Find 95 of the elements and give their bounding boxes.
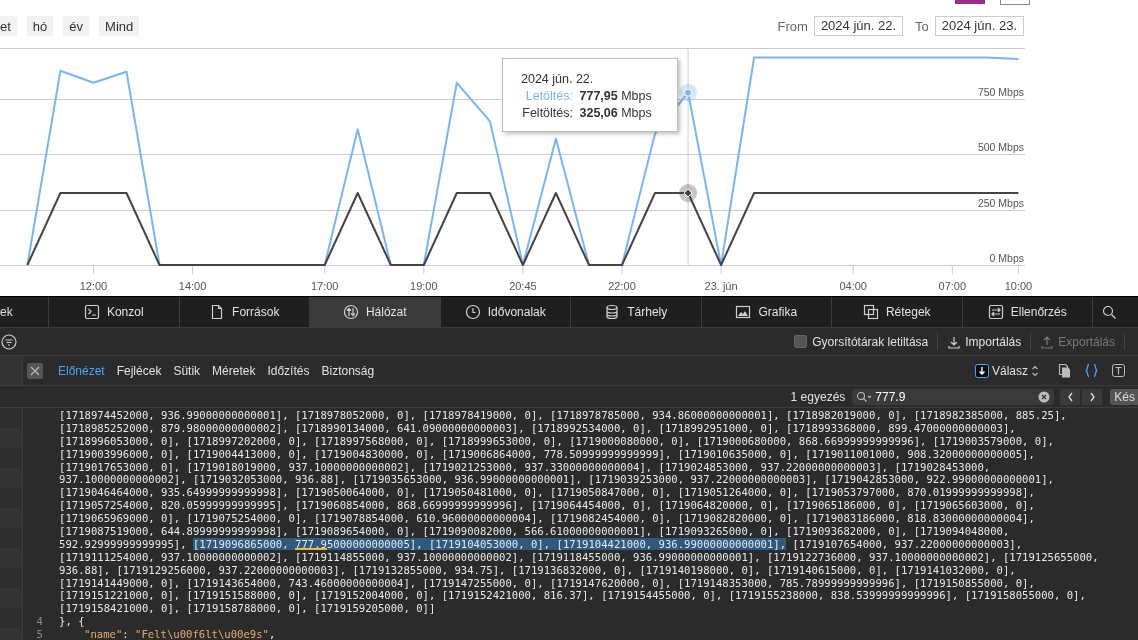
layers-icon [862,304,879,320]
view-button[interactable] [1084,363,1099,378]
import-button[interactable]: Importálás [938,333,1032,350]
line-number: 5 [35,628,44,640]
range-button[interactable]: et [0,16,17,36]
search-field[interactable]: 777.9 [852,388,1055,405]
axis-label: 04:00 [839,280,867,292]
code-line: [1719151221000, 0], [1719151588000, 0], [1719152004000, 0], [1719152421000, 816.37], [1719154455000, 0], [1719155238000, 838.53999999999996], [1719158055000, 0], [59,589,1087,603]
text-icon [1111,363,1126,378]
download-icon [974,363,989,378]
range-button[interactable]: év [63,16,90,36]
code-line: [1718996053000, 0], [1718997202000, 0], [1718997568000, 0], [1718999653000, 0], [1719000080000, 0], [1719000680000, 868.66999999999996], [1719003579000, 0], [59,434,1055,448]
close-icon[interactable] [27,362,43,379]
line-number: 4 [35,615,44,629]
axis-label: 500 Mbps [977,140,1024,153]
code-line: [1718985252000, 879.98000000000002], [1718990134000, 641.09000000000003], [1718992534000, 0], [1718992951000, 0], [1718993368000, 899.47000000000003], [59,421,1017,435]
view-button[interactable] [1111,363,1126,378]
code-line: 936.88], [1719129256000, 937.22000000000003], [1719132855000, 934.75], [1719136832000, 0], [1719140198000, 0], [1719140615000, 0], [1719141032000, 0], [59,563,1017,577]
response-dropdown[interactable]: Válasz [974,363,1039,378]
axis-label: 22:00 [608,280,636,292]
braces-icon [1084,363,1099,378]
button-edge[interactable] [1000,0,1030,5]
accent-bar [955,0,985,4]
code-line: [1719158421000, 0], [1719158788000, 0], [1719159205000, 0]] [59,602,437,616]
search-button[interactable]: Kés [1110,388,1138,405]
tooltip-date: 2024 jún. 22. [521,72,595,86]
code-line: [1719087519000, 644.89999999999998], [1719089654000, 0], [1719090082000, 566.61000000000001], [1719093265000, 0], [1719093682000, 0], [1719094048000, [59,525,1011,538]
arrows-icon [987,304,1004,320]
previous-button[interactable] [1060,388,1081,405]
axis-label: 23. jún [704,280,738,292]
view-button[interactable] [1057,363,1072,378]
code-line: [1719003996000, 0], [1719004413000, 0], [1719004830000, 0], [1719006864000, 778.50999999999999], [1719010635000, 0], [1719011001000, 908.32000000000005], [59,447,1036,461]
match-count: 1 egyezés [790,389,846,404]
search-icon [856,390,873,403]
from-label: From [777,18,808,34]
tab[interactable]: Sütik [167,363,207,378]
axis-label: 14:00 [178,280,207,292]
tab[interactable]: Időzítés [261,363,316,378]
chevron-icon [1031,364,1039,377]
code-line: }, { [59,615,86,629]
terminal-icon [83,304,100,320]
code-line: "name": "Felt\u00f6lt\u00e9s", [83,628,277,640]
tooltip-row-text: Letöltés: 777,95 Mbps [524,89,653,103]
axis-label: 12:00 [79,280,108,292]
tab[interactable]: Biztonság [315,363,381,378]
tab[interactable]: Tárhely [571,297,702,327]
code-line: [1719057254000, 820.05999999999995], [1719060854000, 868.66999999999996], [1719064454000, 0], [1719064820000, 0], [1719065186000, 0], [1719065603000, 0], [59,499,1036,513]
tab[interactable]: Előnézet [52,363,111,378]
code-line: [1719017653000, 0], [1719018019000, 937.10000000000002], [1719021253000, 937.33000000000004], [1719024853000, 937.22000000000003], [1719028453000, [59,460,992,474]
code-line: [1719046464000, 935.64999999999998], [1719050064000, 0], [1719050481000, 0], [1719050847000, 0], [1719051264000, 0], [1719053797000, 870.01999999999998], [59,486,1036,500]
tab[interactable]: Hálózat [310,297,441,327]
to-label: To [915,18,929,34]
search-input[interactable]: 777.9 [875,389,1036,404]
network-icon [342,304,359,320]
next-button[interactable] [1082,388,1103,405]
image-icon [735,304,752,320]
axis-label: 250 Mbps [977,196,1024,209]
axis-label: 10:00 [1004,280,1033,292]
point-marker [679,83,698,102]
clear-icon[interactable] [1038,390,1051,403]
date-field[interactable]: 2024 jún. 23. [934,16,1024,36]
code-line: [1719141449000, 0], [1719143654000, 743.46000000000004], [1719147255000, 0], [1719147620000, 0], [1719148353000, 785.78999999999996], [1719150855000, 0], [59,576,1036,590]
axis-label: 20:45 [509,280,537,292]
checkbox[interactable] [794,335,808,348]
code-line: [1719111254000, 937.10000000000002], [1719114855000, 937.10000000000002], [1719118455000, 936.99000000000001], [1719122736000, 937.10000000000002], [1719125655000, [59,550,1100,564]
point-marker [679,184,698,203]
axis-label: 19:00 [410,280,438,292]
upload-icon [1040,334,1055,349]
clock-icon [464,304,481,320]
database-icon [604,304,621,320]
search-icon[interactable] [1102,305,1116,319]
tab[interactable]: Idővonalak [440,297,571,327]
axis-label: 17:00 [310,280,339,292]
axis-label: 0 Mbps [989,251,1024,264]
code-line: 937.10000000000002], [1719032053000, 936.88], [1719035653000, 936.99000000000001], [1719039253000, 937.22000000000003], [1719042853000, 922.99000000000001], [59,473,1055,487]
filter-icon[interactable] [1,333,17,350]
code-line: 592.92999999999995], [1719096865000, 777.95000000000005], [1719104053000, 0], [1719104421000, 936.99000000000001], [1719107654000, 937.22000000000003], [59,537,1024,551]
download-icon [947,334,962,349]
tab[interactable]: Ellenőrzés [962,297,1093,327]
code-line: [1718974452000, 936.99000000000001], [1718978052000, 0], [1718978419000, 0], [1718978785000, 934.86000000000001], [1718982019000, 0], [1718982385000, 885.25], [59,409,1068,422]
range-button[interactable]: Mind [99,16,140,36]
date-field[interactable]: 2024 jún. 22. [813,16,904,36]
tab[interactable]: Fejlécek [110,363,168,378]
axis-label: 750 Mbps [977,85,1024,98]
tab[interactable]: Méretek [206,363,262,378]
copy-icon [1057,363,1072,378]
axis-label: 07:00 [938,280,967,292]
tab[interactable]: ek [0,297,49,327]
tooltip-row-text: Feltöltés: 325,06 Mbps [521,106,653,120]
tab[interactable]: Grafika [701,297,832,327]
tab[interactable]: Konzol [49,297,180,327]
tab[interactable]: Rétegek [832,297,963,327]
code-line: [1719065969000, 0], [1719075254000, 0], [1719078854000, 610.96000000000004], [1719082454000, 0], [1719082820000, 0], [1719083186000, 818.83000000000004], [59,512,1036,525]
checkbox-label: Gyorsítótárak letiltása [812,334,929,349]
range-button[interactable]: hó [26,16,54,36]
